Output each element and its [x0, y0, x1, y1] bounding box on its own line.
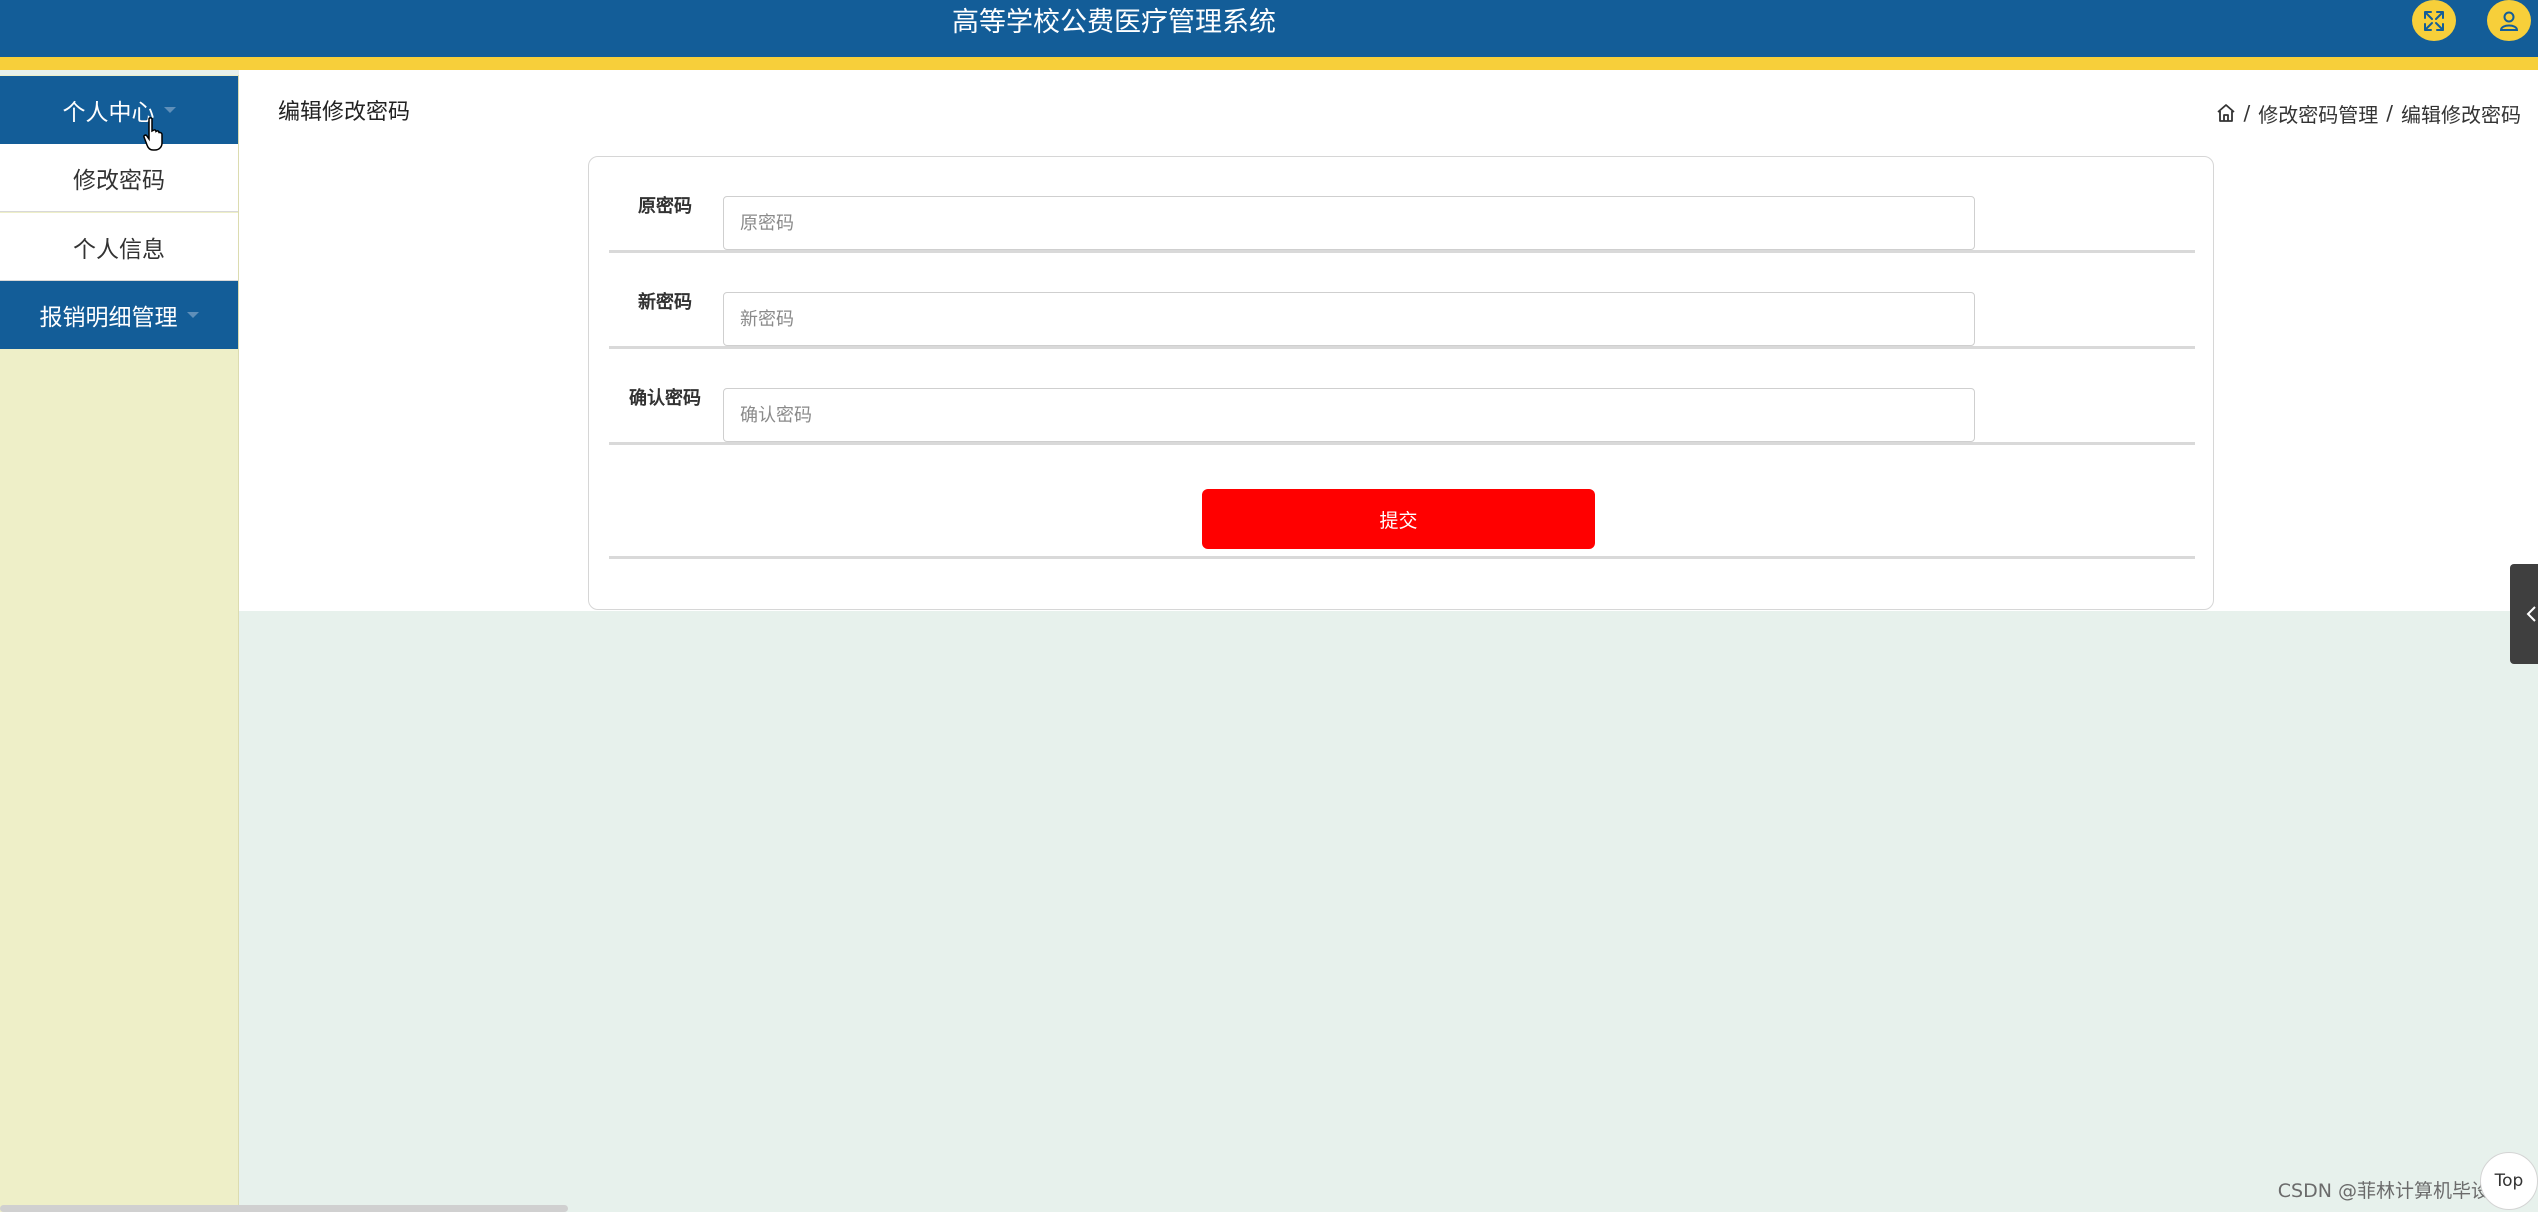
sidebar-item-personal-info[interactable]: 个人信息	[0, 213, 238, 281]
header-accent-stripe	[0, 57, 2538, 70]
form-row-confirm-password: 确认密码	[609, 349, 2195, 445]
user-button[interactable]	[2487, 0, 2531, 41]
confirm-password-input[interactable]	[723, 388, 1975, 442]
user-icon	[2499, 11, 2519, 31]
sidebar-item-label: 修改密码	[73, 167, 165, 194]
caret-down-icon	[186, 312, 199, 318]
old-password-input[interactable]	[723, 196, 1975, 250]
new-password-input[interactable]	[723, 292, 1975, 346]
top-header: 高等学校公费医疗管理系统	[0, 0, 2538, 57]
hand-cursor-icon	[143, 117, 163, 151]
breadcrumb-separator: /	[2243, 101, 2251, 125]
expand-icon	[2424, 10, 2444, 31]
back-to-top-button[interactable]: Top	[2480, 1152, 2538, 1210]
sidebar-item-change-password[interactable]: 修改密码	[0, 144, 238, 212]
breadcrumb-separator: /	[2386, 101, 2393, 125]
submit-button[interactable]: 提交	[1202, 489, 1595, 549]
watermark: CSDN @菲林计算机毕设	[2277, 1180, 2490, 1202]
breadcrumb-item-current: 编辑修改密码	[2401, 102, 2521, 127]
app-root: 高等学校公费医疗管理系统 个人中心 修改密码 个人信息 报销明细管理 编辑修改密…	[0, 0, 2538, 1212]
fullscreen-button[interactable]	[2412, 0, 2456, 41]
sidebar-group-personal-center[interactable]: 个人中心	[0, 76, 238, 144]
new-password-label: 新密码	[638, 292, 692, 313]
form-row-new-password: 新密码	[609, 253, 2195, 349]
sidebar-group-reimbursement[interactable]: 报销明细管理	[0, 281, 238, 349]
old-password-label: 原密码	[638, 196, 692, 217]
side-panel-toggle[interactable]	[2510, 564, 2538, 664]
form-row-old-password: 原密码	[609, 157, 2195, 253]
breadcrumb: / 修改密码管理 / 编辑修改密码	[2216, 97, 2521, 129]
caret-down-icon	[163, 107, 176, 113]
sidebar-group-label: 个人中心	[62, 100, 155, 126]
sidebar-group-label: 报销明细管理	[39, 305, 178, 331]
password-form-card: 原密码 新密码 确认密码 提交	[588, 156, 2214, 610]
breadcrumb-item-password-management[interactable]: 修改密码管理	[2258, 99, 2378, 128]
app-title: 高等学校公费医疗管理系统	[952, 7, 1276, 38]
form-actions: 提交	[609, 481, 2195, 559]
horizontal-scrollbar[interactable]	[0, 1205, 568, 1212]
home-icon[interactable]	[2216, 103, 2236, 123]
chevron-left-icon	[2526, 606, 2536, 622]
confirm-password-label: 确认密码	[629, 388, 701, 409]
sidebar: 个人中心 修改密码 个人信息 报销明细管理	[0, 75, 239, 1212]
page-title: 编辑修改密码	[278, 100, 411, 125]
sidebar-item-label: 个人信息	[73, 236, 165, 263]
